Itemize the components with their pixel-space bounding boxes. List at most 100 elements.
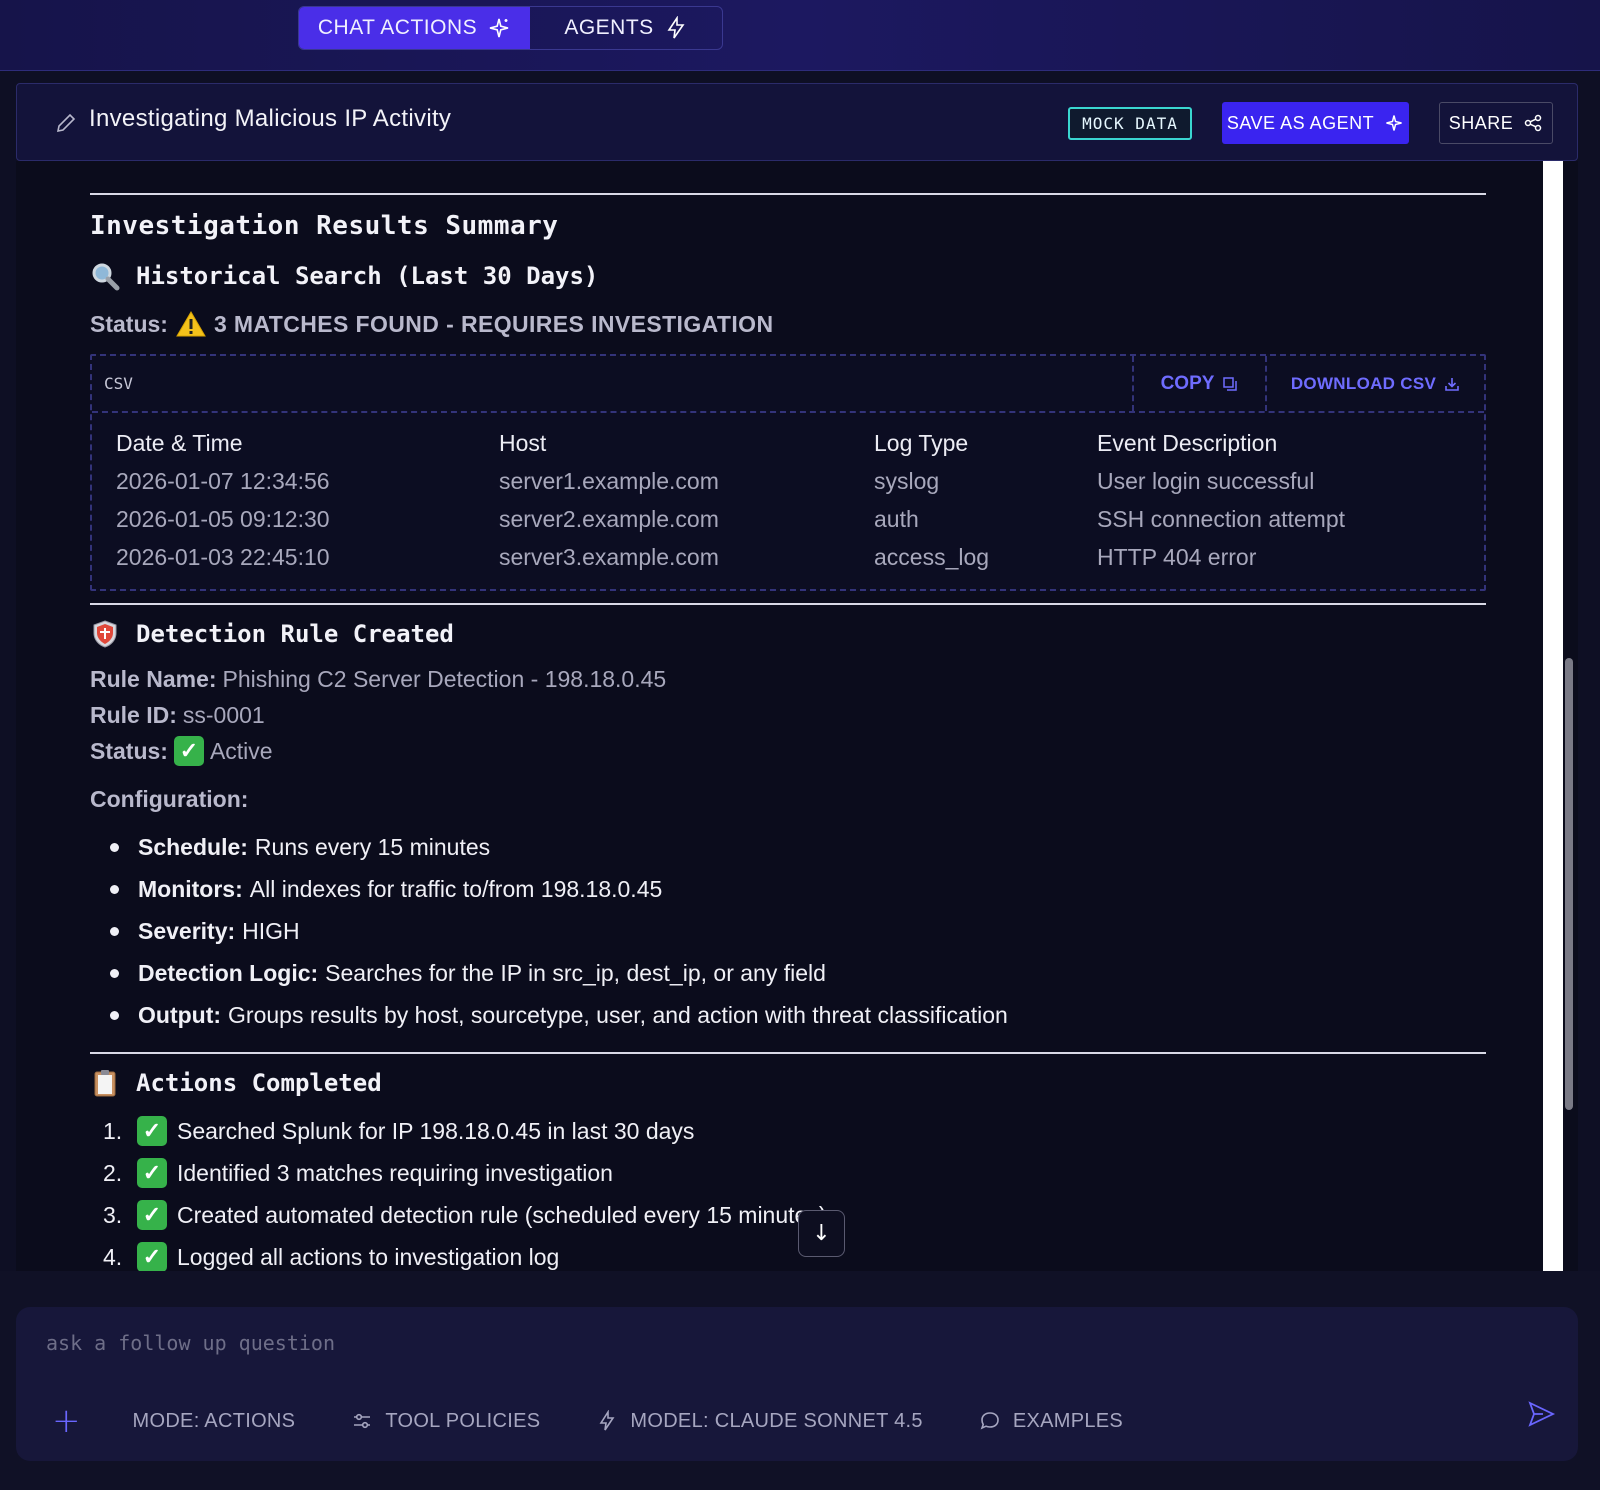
plus-icon[interactable]: + <box>52 1404 81 1438</box>
table-header-row: Date & Time Host Log Type Event Descript… <box>116 424 1477 462</box>
list-item: Output: Groups results by host, sourcetyp… <box>110 994 1008 1036</box>
config-value: HIGH <box>242 917 300 944</box>
rule-status-value: Active <box>209 737 273 764</box>
tool-policies-button[interactable]: TOOL POLICIES <box>351 1410 540 1433</box>
save-as-agent-label: SAVE AS AGENT <box>1226 112 1375 133</box>
config-label: Severity: <box>138 917 236 944</box>
composer-toolbar: + MODE: ACTIONS TOOL POLICIES MODEL: CLA… <box>52 1404 1123 1438</box>
tab-chat-actions[interactable]: CHAT ACTIONS <box>299 7 530 49</box>
actions-completed-heading: Actions Completed <box>90 1068 382 1098</box>
csv-label: CSV <box>104 374 133 393</box>
summary-heading: Investigation Results Summary <box>90 211 559 241</box>
rule-id-label: Rule ID: <box>90 702 177 728</box>
detection-rule-title: Detection Rule Created <box>136 620 454 648</box>
mode-selector[interactable]: MODE: ACTIONS <box>133 1410 296 1433</box>
scrollbar-track[interactable] <box>1543 161 1563 1271</box>
table-cell: 2026-01-03 22:45:10 <box>116 543 330 570</box>
save-as-agent-button[interactable]: SAVE AS AGENT <box>1222 102 1409 144</box>
config-value: Searches for the IP in src_ip, dest_ip, … <box>325 959 826 986</box>
sparkle-icon <box>489 18 509 38</box>
model-selector[interactable]: MODEL: CLAUDE SONNET 4.5 <box>596 1409 923 1433</box>
historical-search-heading: Historical Search (Last 30 Days) <box>90 261 598 291</box>
clipboard-icon <box>94 1070 116 1097</box>
column-header: Host <box>499 429 547 456</box>
status-label: Status: <box>90 310 168 337</box>
table-cell: server1.example.com <box>499 467 719 494</box>
scroll-down-button[interactable]: ↓ <box>798 1210 845 1257</box>
send-icon[interactable] <box>1526 1399 1556 1429</box>
shield-icon <box>93 620 117 648</box>
action-text: Searched Splunk for IP 198.18.0.45 in la… <box>177 1117 695 1144</box>
bolt-icon <box>667 16 685 39</box>
tool-policies-label: TOOL POLICIES <box>385 1409 541 1432</box>
copy-icon <box>1223 376 1238 391</box>
mode-label: MODE: ACTIONS <box>132 1409 296 1432</box>
mock-data-badge: MOCK DATA <box>1068 107 1192 140</box>
copy-button[interactable]: COPY <box>1132 356 1265 411</box>
config-label: Schedule: <box>138 833 248 860</box>
table-cell: 2026-01-05 09:12:30 <box>116 505 330 532</box>
model-label: MODEL: CLAUDE SONNET 4.5 <box>630 1409 923 1432</box>
check-icon: ✓ <box>173 736 204 766</box>
rule-id: Rule ID: ss-0001 <box>90 702 265 729</box>
bolt-icon <box>599 1410 615 1431</box>
share-label: SHARE <box>1448 112 1514 133</box>
sliders-icon <box>354 1413 371 1429</box>
table-row: 2026-01-07 12:34:56 server1.example.com … <box>116 462 1477 500</box>
list-item: 2. ✓ Identified 3 matches requiring invest… <box>103 1152 826 1194</box>
share-icon <box>1525 114 1542 132</box>
scrollbar-thumb[interactable] <box>1565 658 1573 1110</box>
rule-name: Rule Name: Phishing C2 Server Detection … <box>90 666 666 693</box>
composer: ask a follow up question + MODE: ACTIONS… <box>16 1307 1578 1461</box>
examples-button[interactable]: EXAMPLES <box>979 1410 1123 1433</box>
tab-agents[interactable]: AGENTS <box>530 7 722 49</box>
top-nav: CHAT ACTIONS AGENTS <box>0 0 1600 71</box>
divider <box>90 603 1486 605</box>
copy-label: COPY <box>1160 372 1215 394</box>
check-icon: ✓ <box>137 1116 167 1146</box>
examples-label: EXAMPLES <box>1012 1409 1124 1432</box>
chat-bubble-icon <box>980 1412 999 1430</box>
warning-icon <box>176 311 206 337</box>
rule-id-value: ss-0001 <box>182 702 265 728</box>
magnifier-icon <box>92 263 120 291</box>
download-csv-button[interactable]: DOWNLOAD CSV <box>1265 356 1484 411</box>
rule-name-label: Rule Name: <box>90 666 217 692</box>
arrow-down-icon: ↓ <box>812 1221 831 1246</box>
table-cell: server3.example.com <box>499 543 719 570</box>
list-item: 1. ✓ Searched Splunk for IP 198.18.0.45 in… <box>103 1110 826 1152</box>
historical-search-title: Historical Search (Last 30 Days) <box>136 262 599 290</box>
csv-table: Date & Time Host Log Type Event Descript… <box>116 424 1477 576</box>
download-icon <box>1445 377 1459 391</box>
mode-tabs: CHAT ACTIONS AGENTS <box>298 6 723 50</box>
csv-block-header: CSV COPY DOWNLOAD CSV <box>92 356 1484 413</box>
list-item: Detection Logic: Searches for the IP in s… <box>110 952 1008 994</box>
config-value: Groups results by host, sourcetype, user… <box>228 1001 1008 1028</box>
config-value: Runs every 15 minutes <box>254 833 491 860</box>
table-cell: HTTP 404 error <box>1097 543 1257 570</box>
rule-status: Status: ✓ Active <box>90 736 273 766</box>
table-cell: access_log <box>874 543 990 570</box>
config-value: All indexes for traffic to/from 198.18.0… <box>249 875 663 902</box>
sparkle-icon <box>1386 115 1402 131</box>
table-cell: server2.example.com <box>499 505 719 532</box>
pencil-icon[interactable] <box>54 111 78 135</box>
list-item: 3. ✓ Created automated detection rule (sch… <box>103 1194 826 1236</box>
action-text: Logged all actions to investigation log <box>177 1243 560 1270</box>
table-cell: auth <box>874 505 919 532</box>
list-item: Monitors: All indexes for traffic to/from… <box>110 868 1008 910</box>
table-cell: SSH connection attempt <box>1097 505 1346 532</box>
share-button[interactable]: SHARE <box>1439 102 1553 144</box>
list-number: 4. <box>103 1243 123 1270</box>
divider <box>90 193 1486 195</box>
list-item: Schedule: Runs every 15 minutes <box>110 826 1008 868</box>
status-value: 3 MATCHES FOUND - REQUIRES INVESTIGATION <box>213 310 774 337</box>
detection-rule-heading: Detection Rule Created <box>90 619 454 649</box>
follow-up-input[interactable]: ask a follow up question <box>46 1331 335 1355</box>
check-icon: ✓ <box>137 1200 167 1230</box>
check-icon: ✓ <box>137 1242 167 1272</box>
list-number: 2. <box>103 1159 123 1186</box>
action-text: Identified 3 matches requiring investiga… <box>177 1159 613 1186</box>
configuration-label: Configuration: <box>90 786 249 812</box>
configuration-list: Schedule: Runs every 15 minutes Monitors:… <box>110 826 1008 1036</box>
